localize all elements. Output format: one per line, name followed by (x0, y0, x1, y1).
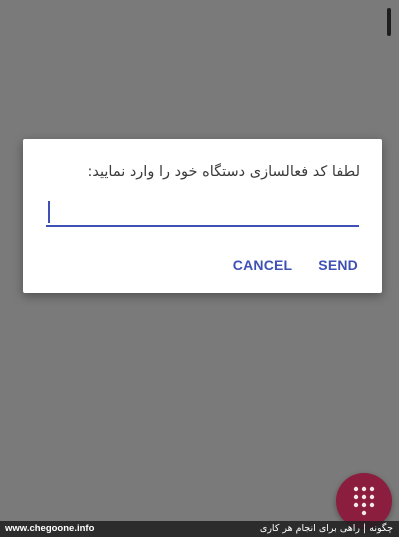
text-cursor (48, 201, 50, 223)
dialog-message: لطفا کد فعالسازی دستگاه خود را وارد نمای… (87, 164, 361, 180)
cancel-button[interactable]: CANCEL (233, 257, 293, 273)
dialog-actions: CANCEL SEND (233, 257, 358, 273)
send-button[interactable]: SEND (318, 257, 358, 273)
footer-site-url: www.chegoone.info (5, 523, 95, 534)
footer-tagline: چگونه | راهی برای انجام هر کاری (259, 523, 393, 534)
dialpad-icon (353, 486, 375, 516)
activation-dialog: لطفا کد فعالسازی دستگاه خود را وارد نمای… (23, 139, 382, 293)
activation-code-input[interactable] (46, 197, 359, 227)
watermark-footer: www.chegoone.info چگونه | راهی برای انجا… (0, 521, 399, 537)
app-screen: لطفا کد فعالسازی دستگاه خود را وارد نمای… (0, 0, 399, 537)
scroll-indicator (387, 8, 391, 36)
